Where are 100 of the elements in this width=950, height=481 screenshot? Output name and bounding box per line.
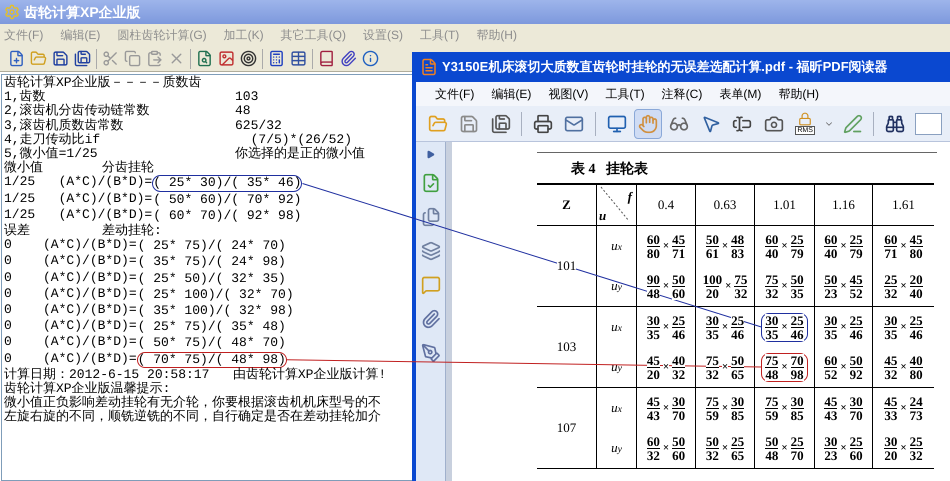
layers-icon[interactable] [420, 241, 440, 261]
numerator: 24 [910, 394, 923, 408]
parameter-value: 103 [235, 90, 258, 104]
denominator: 59 [765, 408, 778, 422]
save-icon [459, 114, 480, 134]
numerator: 45 [646, 394, 660, 408]
denominator: 32 [910, 448, 923, 462]
denominator: 23 [824, 286, 838, 300]
numerator: 75 [765, 394, 778, 408]
pointer-icon [700, 114, 721, 134]
numerator: 25 [672, 314, 686, 326]
signature-icon[interactable] [420, 343, 440, 363]
numerator: 30 [706, 314, 719, 326]
book-icon[interactable] [318, 50, 335, 67]
menu-item[interactable]: 编辑(E) [491, 85, 532, 103]
denominator: 32 [672, 366, 686, 380]
denominator: 80 [646, 246, 660, 260]
denominator: 35 [646, 326, 660, 340]
row-label: u$_{x}$ [597, 226, 637, 266]
numerator: 75 [706, 394, 719, 408]
denominator: 32 [884, 366, 898, 380]
calculator-icon[interactable] [268, 50, 285, 67]
ratio-text: ( 25* 75)/( 24* 70) [136, 238, 287, 254]
window-title: Y3150E机床滚切大质数直齿轮时挂轮的无误差选配计算.pdf - 福昕PDF阅读器 [442, 58, 888, 76]
ratio-text: ( 60* 70)/( 92* 98) [152, 208, 302, 224]
denominator: 32 [765, 286, 778, 300]
ratio-text: ( 35* 100)/( 32* 98) [136, 303, 295, 320]
denominator: 23 [824, 448, 838, 462]
save-icon[interactable] [52, 50, 69, 67]
page-icon[interactable] [420, 173, 440, 193]
denominator: 35 [706, 326, 719, 340]
numerator: 30 [731, 394, 744, 408]
table-icon[interactable] [290, 50, 307, 67]
denominator: 46 [731, 326, 744, 340]
gear-icon [4, 4, 20, 20]
denominator: 32 [884, 286, 898, 300]
paperclip-icon[interactable] [340, 50, 357, 67]
envelope-icon [564, 114, 584, 134]
target-icon[interactable] [240, 50, 257, 67]
denominator: 79 [790, 246, 804, 260]
denominator: 48 [765, 448, 778, 462]
menu-item[interactable]: 表单(M) [719, 85, 762, 103]
numerator: 75 [706, 354, 719, 366]
paperclip-icon[interactable] [420, 309, 440, 329]
denominator: 83 [731, 246, 744, 260]
column-heading: 差动挂轮: [102, 224, 162, 238]
denominator: 32 [646, 448, 660, 462]
column-heading: 分齿挂轮 [102, 161, 154, 176]
hand-icon [638, 114, 658, 134]
denominator: 43 [824, 408, 838, 422]
expand-arrow-icon[interactable] [426, 150, 435, 159]
menu-item[interactable]: 注释(C) [662, 85, 702, 103]
numerator: 30 [850, 394, 863, 408]
info-icon[interactable] [362, 50, 379, 67]
image-icon[interactable] [218, 50, 235, 67]
circled-ratio: ( 25* 30)/( 35* 46) [152, 175, 302, 192]
parameter-value: 你选择的是正的微小值 [235, 147, 365, 162]
formula-text: 1/25 (A*C)/(B*D)= [4, 192, 152, 208]
denominator: 60 [672, 286, 686, 300]
denominator: 46 [850, 326, 863, 340]
menu-item[interactable]: 帮助(H) [778, 85, 819, 103]
output-line: 齿轮计算XP企业版－－－－质数齿 [4, 75, 202, 90]
numerator: 25 [850, 314, 863, 326]
preview-icon[interactable] [196, 50, 213, 67]
parameter-value: 48 [235, 104, 251, 119]
pages-icon[interactable] [420, 207, 440, 227]
save-all-icon[interactable] [74, 50, 91, 67]
denominator: 32 [706, 366, 719, 380]
denominator: 70 [850, 408, 863, 422]
denominator: 48 [765, 366, 778, 380]
denominator: 61 [706, 246, 719, 260]
denominator: 46 [790, 326, 804, 340]
row-label: u$_{y}$ [597, 347, 637, 387]
menu-item[interactable]: 视图(V) [548, 85, 588, 103]
circled-ratio: ( 70* 75)/( 48* 98) [136, 352, 287, 368]
diagonal-header-cell: f u [597, 185, 637, 225]
numerator: 45 [850, 272, 863, 286]
numerator: 70 [790, 354, 804, 366]
ratio-text: ( 25* 75)/( 35* 48) [136, 319, 287, 336]
denominator: 32 [734, 286, 748, 300]
denominator: 80 [910, 246, 923, 260]
formula-text: 0 (A*C)/(B*D)= [4, 254, 137, 270]
menu-item[interactable]: 工具(T) [605, 85, 645, 103]
new-file-icon[interactable] [8, 50, 25, 67]
numerator: 30 [884, 314, 898, 326]
search-field[interactable] [914, 112, 942, 134]
numerator: 48 [731, 232, 744, 246]
denominator: 73 [910, 408, 923, 422]
menu-item[interactable]: 文件(F) [435, 85, 474, 103]
numerator: 45 [884, 394, 898, 408]
denominator: 35 [765, 326, 778, 340]
numerator: 50 [672, 272, 686, 286]
numerator: 50 [706, 434, 719, 448]
numerator: 60 [824, 354, 838, 366]
numerator: 25 [910, 314, 923, 326]
numerator: 25 [790, 434, 804, 448]
output-line: 齿轮计算XP企业版温馨提示: [4, 381, 170, 396]
pen-icon [842, 114, 863, 134]
text-select-icon [732, 114, 752, 134]
numerator: 50 [706, 232, 719, 246]
